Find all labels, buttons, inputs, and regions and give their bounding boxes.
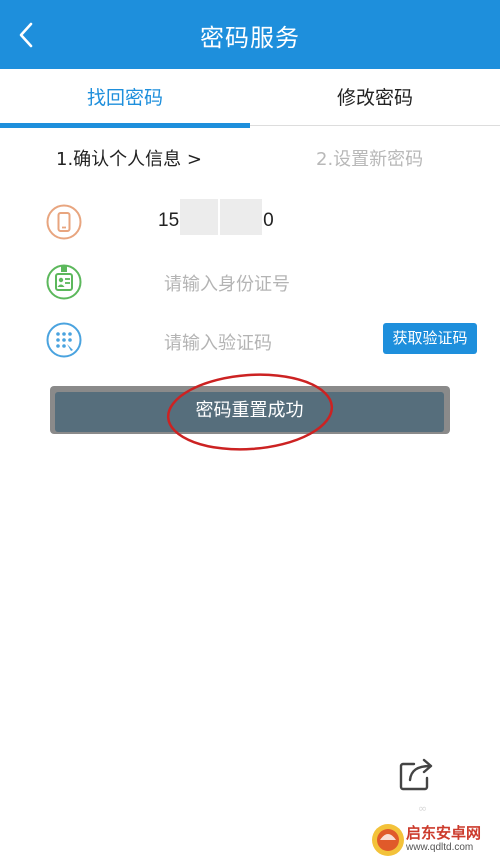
page-title: 密码服务 bbox=[200, 24, 300, 52]
id-card-icon bbox=[46, 264, 82, 300]
tab-bar: 找回密码 修改密码 bbox=[0, 69, 500, 127]
share-icon[interactable] bbox=[398, 756, 436, 792]
tab-retrieve-password[interactable]: 找回密码 bbox=[0, 69, 250, 127]
watermark-url: www.qdltd.com bbox=[406, 842, 474, 853]
step-set-new-password: 2.设置新密码 bbox=[316, 149, 424, 170]
tab-change-password[interactable]: 修改密码 bbox=[250, 69, 500, 127]
verification-code-input[interactable]: 请输入验证码 bbox=[164, 329, 272, 355]
get-code-button[interactable]: 获取验证码 bbox=[383, 323, 477, 354]
annotation-ellipse bbox=[166, 373, 334, 451]
step-confirm-info: 1.确认个人信息 > bbox=[56, 149, 202, 170]
faint-mark: ∞ bbox=[418, 802, 428, 815]
masked-digits bbox=[220, 199, 262, 235]
active-tab-indicator bbox=[0, 123, 250, 128]
phone-prefix: 15 bbox=[158, 210, 180, 231]
phone-icon bbox=[46, 204, 82, 240]
masked-digits bbox=[180, 199, 218, 235]
phone-suffix: 0 bbox=[263, 210, 274, 231]
header-bar: 密码服务 bbox=[0, 0, 500, 69]
watermark-brand: 启东安卓网 bbox=[406, 824, 482, 842]
id-number-input[interactable]: 请输入身份证号 bbox=[164, 270, 290, 296]
keypad-icon bbox=[46, 322, 82, 358]
